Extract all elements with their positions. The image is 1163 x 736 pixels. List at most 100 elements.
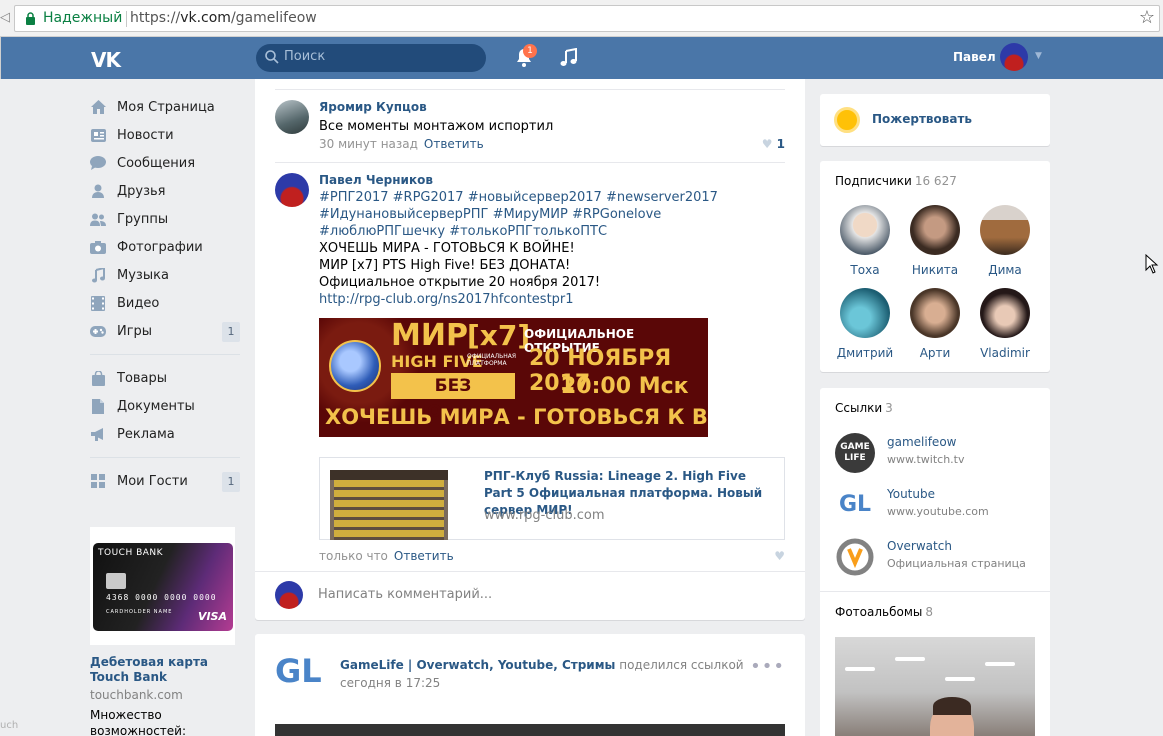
banner-x7: [x7] [467,319,531,352]
more-options-icon[interactable]: ••• [750,656,785,677]
link-name: gamelifeow [887,435,957,449]
current-user-name[interactable]: Павел [953,50,996,64]
banner-hf-sub: ОФИЦИАЛЬНАЯ ПЛАТФОРМА [467,353,517,367]
subscriber-item[interactable]: Дмитрий [830,288,900,360]
group-logo[interactable]: GL [275,652,325,702]
url-text[interactable]: https://vk.com/gamelifeow [130,10,317,26]
comment-line: ХОЧЕШЬ МИРА - ГОТОВЬСЯ К ВОЙНЕ! [319,241,575,256]
menu-item-groups[interactable]: Группы [90,205,240,233]
menu-item-my-guests[interactable]: Мои Гости 1 [90,467,240,495]
link-preview-card[interactable]: РПГ-Клуб Russia: Lineage 2. High Five Pa… [319,457,785,540]
link-name: Youtube [887,487,935,501]
link-sub: Официальная страница [887,557,1026,570]
avatar [840,205,890,255]
like-button[interactable]: ♥ 1 [762,137,785,151]
bookmark-star-icon[interactable]: ☆ [1139,7,1155,28]
comment-time[interactable]: 30 минут назад [319,137,418,151]
promo-banner-image[interactable]: МИР [x7] HIGH FIVE ОФИЦИАЛЬНАЯ ПЛАТФОРМА… [319,318,708,437]
bag-icon [90,370,106,386]
ad-image[interactable]: TOUCH BANK 4368 0000 0000 0000 CARDHOLDE… [90,527,235,645]
news-icon [90,127,106,143]
menu-item-messages[interactable]: Сообщения [90,149,240,177]
menu-item-music[interactable]: Музыка [90,261,240,289]
menu-label: Товары [117,370,168,386]
donate-label: Пожертвовать [872,112,972,126]
banner-war: ХОЧЕШЬ МИРА - ГОТОВЬСЯ К ВОЙНЕ [325,405,708,429]
post-media[interactable] [275,724,785,736]
bank-card-image: TOUCH BANK 4368 0000 0000 0000 CARDHOLDE… [93,543,233,631]
lock-icon [26,12,35,25]
card-holder: CARDHOLDER NAME [106,609,173,615]
menu-item-documents[interactable]: Документы [90,392,240,420]
banner-time: 20:00 Мск [561,374,689,399]
comment-item: Павел Черников #РПГ2017 #RPG2017 #новыйс… [275,162,785,574]
chevron-down-icon[interactable]: ▼ [1035,51,1042,61]
avatar [980,288,1030,338]
comment-author[interactable]: Павел Черников [319,173,433,187]
comment-time[interactable]: только что [319,549,388,563]
card-bank-name: TOUCH BANK [98,548,164,558]
heart-icon[interactable]: ♥ [774,549,785,563]
post-action: поделился ссылкой [619,658,744,672]
sidebar-ad[interactable]: TOUCH BANK 4368 0000 0000 0000 CARDHOLDE… [90,527,235,736]
comment-input[interactable] [318,587,718,602]
apps-icon [90,473,106,489]
back-icon[interactable]: ◁ [0,10,10,25]
menu-item-photos[interactable]: Фотографии [90,233,240,261]
comment-avatar[interactable] [275,100,309,134]
vk-logo[interactable]: VK [91,48,121,72]
post-time[interactable]: сегодня в 17:25 [340,676,440,690]
mouse-cursor-icon [1145,254,1159,274]
albums-title-line[interactable]: Фотоальбомы 8 [835,605,933,619]
hashtags[interactable]: #РПГ2017 #RPG2017 #новыйсервер2017 #news… [319,189,759,240]
ad-site[interactable]: touchbank.com [90,688,235,702]
menu-item-games[interactable]: Игры 1 [90,317,240,345]
ad-title[interactable]: Дебетовая карта Touch Bank [90,655,235,685]
home-icon [90,99,106,115]
comment-item: Яромир Купцов Все моменты монтажом испор… [275,89,785,162]
menu-item-video[interactable]: Видео [90,289,240,317]
donate-button[interactable]: Пожертвовать [820,94,1050,146]
menu-label: Реклама [117,426,175,442]
overwatch-logo-icon [836,538,874,576]
link-item[interactable]: Overwatch Официальная страница [835,537,1045,579]
avatar [910,205,960,255]
music-icon[interactable] [560,48,578,68]
menu-item-my-page[interactable]: Моя Страница [90,93,240,121]
visa-logo: VISA [197,610,227,623]
subscriber-item[interactable]: Дима [970,205,1040,277]
subscribers-title-line[interactable]: Подписчики 16 627 [835,174,957,188]
address-bar[interactable]: Надежный https://vk.com/gamelifeow ☆ [14,5,1160,32]
menu-item-ads[interactable]: Реклама [90,420,240,448]
menu-item-news[interactable]: Новости [90,121,240,149]
subscriber-name: Дмитрий [836,346,894,360]
comment-author[interactable]: Яромир Купцов [319,100,427,114]
url-scheme: https:// [130,10,181,26]
subscriber-item[interactable]: Никита [900,205,970,277]
current-user-avatar[interactable] [1000,43,1028,71]
search-box[interactable] [256,44,486,72]
menu-item-friends[interactable]: Друзья [90,177,240,205]
address-divider [126,11,127,27]
subscriber-item[interactable]: Vladimir [970,288,1040,360]
comment-avatar[interactable] [275,173,309,207]
reply-link[interactable]: Ответить [394,549,454,563]
post-author[interactable]: GameLife | Overwatch, Youtube, Стримы [340,658,615,672]
ceiling-lamp [945,677,975,681]
comment-body: #РПГ2017 #RPG2017 #новыйсервер2017 #news… [319,189,759,308]
link-item[interactable]: GL Youtube www.youtube.com [835,485,1045,527]
subscribers-title: Подписчики [835,174,912,188]
comment-link[interactable]: http://rpg-club.org/ns2017hfcontestpr1 [319,291,759,308]
subscriber-item[interactable]: Тоха [830,205,900,277]
link-item[interactable]: GAME LIFE gamelifeow www.twitch.tv [835,433,1045,475]
reply-link[interactable]: Ответить [424,137,484,151]
menu-item-goods[interactable]: Товары [90,364,240,392]
subscriber-name: Vladimir [980,346,1030,360]
friends-icon [90,183,106,199]
menu-label: Группы [117,211,169,227]
links-title-line[interactable]: Ссылки 3 [835,401,893,415]
album-cover-image[interactable] [835,637,1035,736]
menu-label: Музыка [117,267,169,283]
subscriber-item[interactable]: Арти [900,288,970,360]
search-input[interactable] [284,49,474,64]
